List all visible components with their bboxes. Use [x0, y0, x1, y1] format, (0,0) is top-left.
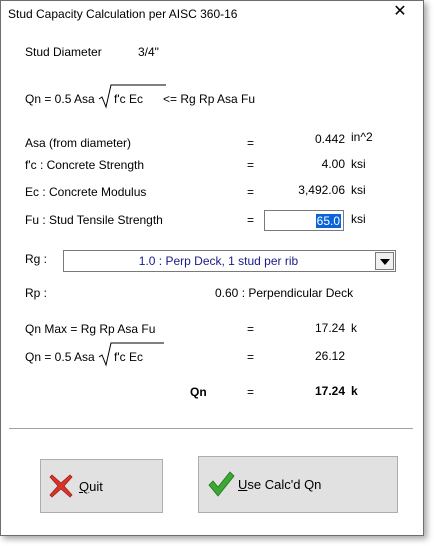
formula-radicand: f'c Ec: [114, 92, 143, 106]
fc-unit: ksi: [351, 157, 366, 171]
qn-formula-eq: =: [247, 350, 255, 364]
close-icon: [49, 474, 73, 498]
qn-formula-radicand: f'c Ec: [114, 350, 143, 364]
rp-value: 0.60 : Perpendicular Deck: [215, 286, 354, 300]
qn-result-value: 17.24: [314, 384, 345, 398]
ec-value: 3,492.06: [298, 183, 345, 197]
window-title: Stud Capacity Calculation per AISC 360-1…: [8, 7, 238, 21]
asa-label: Asa (from diameter): [25, 136, 132, 150]
qn-max-eq: =: [247, 322, 255, 336]
fu-label: Fu : Stud Tensile Strength: [25, 213, 163, 227]
qn-max-unit: k: [351, 321, 357, 335]
qn-formula-value: 26.12: [314, 349, 345, 363]
formula-lhs: Qn = 0.5 Asa: [25, 92, 95, 106]
fc-label: f'c : Concrete Strength: [25, 158, 145, 172]
fu-input[interactable]: 65.0: [264, 210, 344, 231]
qn-result-label: Qn: [190, 385, 207, 399]
qn-max-label: Qn Max = Rg Rp Asa Fu: [25, 322, 156, 336]
use-calcd-qn-label: Use Calc'd Qn: [238, 477, 322, 492]
qn-result-unit: k: [351, 384, 358, 398]
fu-eq: =: [247, 213, 255, 227]
check-icon: [208, 471, 235, 497]
ec-label: Ec : Concrete Modulus: [25, 185, 147, 199]
asa-eq: =: [247, 136, 255, 150]
qn-max-value: 17.24: [314, 321, 345, 335]
separator: [9, 428, 413, 430]
chevron-down-icon[interactable]: [375, 252, 394, 270]
stud-diameter-label: Stud Diameter: [25, 45, 102, 59]
qn-result-eq: =: [247, 385, 255, 399]
stud-diameter-value: 3/4": [138, 45, 159, 59]
qn-formula-lhs: Qn = 0.5 Asa: [25, 350, 95, 364]
asa-value: 0.442: [314, 132, 345, 146]
quit-label: Quit: [79, 479, 103, 494]
ec-unit: ksi: [351, 183, 366, 197]
fu-input-value[interactable]: 65.0: [315, 214, 341, 228]
quit-button[interactable]: Quit: [40, 459, 163, 513]
ec-eq: =: [247, 185, 255, 199]
formula-rhs: <= Rg Rp Asa Fu: [163, 92, 256, 106]
rg-selected-value: 1.0 : Perp Deck, 1 stud per rib: [138, 254, 299, 268]
use-calcd-qn-button[interactable]: Use Calc'd Qn: [198, 456, 398, 513]
fu-unit: ksi: [351, 212, 366, 226]
rg-dropdown[interactable]: 1.0 : Perp Deck, 1 stud per rib: [63, 250, 396, 272]
fc-value: 4.00: [321, 157, 345, 171]
rg-label: Rg :: [25, 252, 48, 266]
close-icon[interactable]: ✕: [384, 1, 416, 23]
dialog-window: Stud Capacity Calculation per AISC 360-1…: [0, 0, 424, 536]
asa-unit: in^2: [351, 130, 373, 144]
rp-label: Rp :: [25, 286, 48, 300]
fc-eq: =: [247, 158, 255, 172]
